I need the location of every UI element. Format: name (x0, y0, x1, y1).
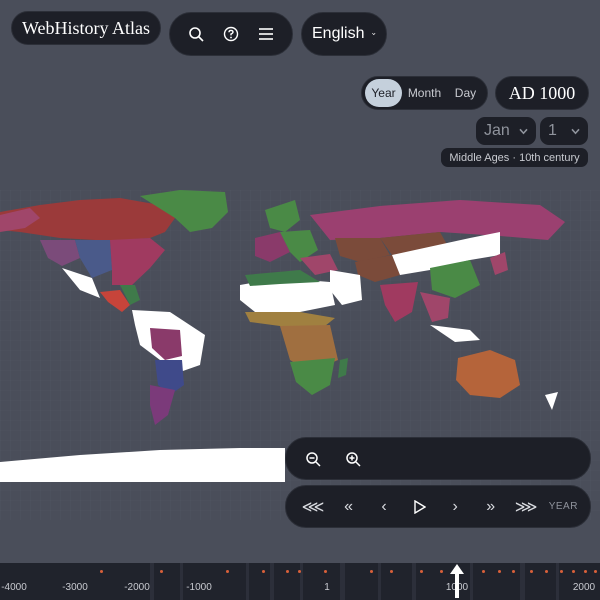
zoom-controls (285, 437, 591, 480)
timeline-cursor-icon[interactable] (449, 564, 465, 598)
year-display[interactable]: AD 1000 (495, 76, 589, 110)
search-icon[interactable] (183, 21, 209, 47)
granularity-year[interactable]: Year (365, 79, 403, 107)
playback-controls: ⋘ « ‹ › » ⋙ YEAR (285, 485, 591, 528)
toolbar (169, 12, 293, 56)
step-forward-icon[interactable]: › (442, 494, 468, 520)
timeline-label: 1 (324, 582, 330, 593)
day-value: 1 (548, 122, 557, 139)
language-label: English (312, 25, 365, 42)
play-icon[interactable] (407, 494, 433, 520)
timeline-label: -2000 (124, 582, 150, 593)
month-value: Jan (484, 122, 510, 139)
timeline-label: -3000 (62, 582, 88, 593)
playback-unit-label[interactable]: YEAR (549, 501, 578, 512)
zoom-out-icon[interactable] (300, 446, 326, 472)
granularity-toggle: Year Month Day (361, 76, 488, 110)
timeline-bar[interactable]: -4000 -3000 -2000 -1000 1 1000 2000 (0, 563, 600, 600)
fast-forward-icon[interactable]: ⋙ (513, 494, 539, 520)
chevron-down-icon (372, 32, 376, 36)
day-select[interactable]: 1 (540, 117, 588, 145)
help-circle-icon[interactable] (218, 21, 244, 47)
timeline-label: -4000 (1, 582, 27, 593)
app-title[interactable]: WebHistory Atlas (11, 11, 161, 45)
zoom-in-icon[interactable] (340, 446, 366, 472)
month-select[interactable]: Jan (476, 117, 536, 145)
hamburger-menu-icon[interactable] (253, 21, 279, 47)
era-label: Middle Ages · 10th century (441, 148, 588, 167)
fast-rewind-icon[interactable]: ⋘ (300, 494, 326, 520)
granularity-month[interactable]: Month (402, 79, 447, 107)
granularity-day[interactable]: Day (447, 79, 484, 107)
timeline-label: -1000 (186, 582, 212, 593)
timeline-label: 2000 (572, 582, 596, 593)
language-select[interactable]: English (301, 12, 387, 56)
step-back-icon[interactable]: ‹ (371, 494, 397, 520)
chevron-down-icon (571, 128, 580, 134)
forward-icon[interactable]: » (478, 494, 504, 520)
rewind-icon[interactable]: « (336, 494, 362, 520)
chevron-down-icon (519, 128, 528, 134)
